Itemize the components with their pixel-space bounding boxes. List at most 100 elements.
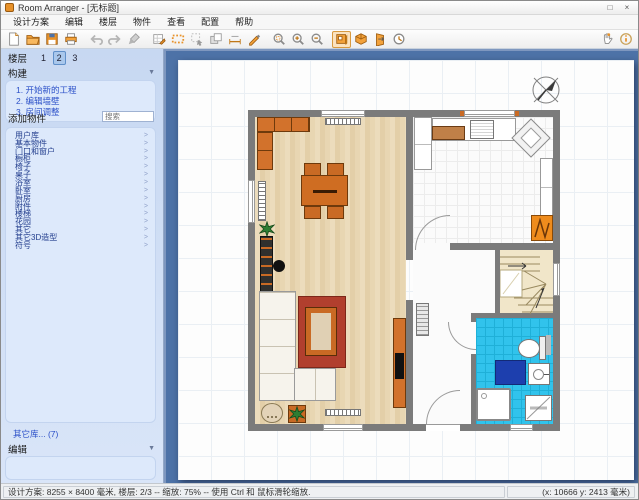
window-title: Room Arranger - [无标题] xyxy=(18,1,600,14)
window-bathroom-bottom[interactable] xyxy=(510,424,533,431)
collapse-caret-icon[interactable]: ▼ xyxy=(148,69,155,76)
orange-appliance[interactable] xyxy=(531,215,553,241)
build-step-edit-walls[interactable]: 2. 编辑墙壁 xyxy=(6,96,155,107)
chevron-right-icon: > xyxy=(144,195,148,203)
menu-view[interactable]: 查看 xyxy=(159,15,193,30)
edit-header[interactable]: 编辑 ▼ xyxy=(8,442,155,455)
washbasin[interactable] xyxy=(528,363,550,385)
pattern-edit-icon[interactable] xyxy=(149,31,168,48)
shower[interactable] xyxy=(476,388,511,421)
floor-tab-2[interactable]: 2 xyxy=(53,51,66,65)
info-icon[interactable] xyxy=(616,31,635,48)
plan-page[interactable] xyxy=(178,60,634,480)
menu-floor[interactable]: 楼层 xyxy=(91,15,125,30)
sidebar: 楼层 1 2 3 构建 ▼ 1. 开始新的工程 2. 编辑墙壁 3. 房间调整 … xyxy=(1,49,164,483)
potted-plant xyxy=(289,406,305,422)
drawing-canvas[interactable] xyxy=(164,49,638,483)
undo-icon[interactable] xyxy=(86,31,105,48)
window-stairs-right[interactable] xyxy=(553,263,560,296)
toilet-bowl[interactable] xyxy=(518,339,540,358)
build-header[interactable]: 构建 ▼ xyxy=(8,66,155,79)
clone-icon[interactable] xyxy=(206,31,225,48)
wall-kitchen-bottom[interactable] xyxy=(450,243,553,250)
bath-rug[interactable] xyxy=(495,360,526,385)
kitchen-sink[interactable] xyxy=(470,120,494,139)
draw-walls-icon[interactable] xyxy=(244,31,263,48)
staircase[interactable] xyxy=(500,250,553,318)
build-label: 构建 xyxy=(8,66,27,80)
menu-file[interactable]: 设计方案 xyxy=(5,15,57,30)
menu-edit[interactable]: 编辑 xyxy=(57,15,91,30)
toilet-tank[interactable] xyxy=(539,336,546,360)
radiator-left[interactable] xyxy=(258,181,266,221)
pan-hand-icon[interactable] xyxy=(597,31,616,48)
window-kitchen-top[interactable] xyxy=(464,110,515,117)
dining-chair[interactable] xyxy=(304,206,321,219)
history-icon[interactable] xyxy=(389,31,408,48)
collapse-caret-icon[interactable]: ▼ xyxy=(148,445,155,452)
chevron-right-icon: > xyxy=(144,226,148,234)
radiator-top[interactable] xyxy=(325,118,361,125)
view-3d-icon[interactable] xyxy=(351,31,370,48)
status-left: 设计方案: 8255 × 8400 毫米, 楼层: 2/3 -- 缩放: 75%… xyxy=(3,486,505,498)
compass-rose[interactable] xyxy=(528,72,564,108)
floor-tab-1[interactable]: 1 xyxy=(37,51,50,65)
floor-tab-3[interactable]: 3 xyxy=(68,51,81,65)
zoom-out-icon[interactable] xyxy=(307,31,326,48)
other-libraries-link[interactable]: 其它库... (7) xyxy=(13,428,58,440)
corner-sofa-top[interactable] xyxy=(257,117,310,132)
print-icon[interactable] xyxy=(61,31,80,48)
maximize-button[interactable]: □ xyxy=(603,2,617,13)
select-area-icon[interactable] xyxy=(187,31,206,48)
kitchen-wood-shelf[interactable] xyxy=(432,126,465,140)
zoom-in-icon[interactable] xyxy=(288,31,307,48)
chevron-right-icon: > xyxy=(144,203,148,211)
category-symbols[interactable]: 符号> xyxy=(6,242,155,250)
floor-plan[interactable] xyxy=(248,110,560,431)
toolbar xyxy=(1,30,638,49)
close-button[interactable]: × xyxy=(620,2,634,13)
wall-divider-upper[interactable] xyxy=(406,117,413,260)
shelf-cabinet[interactable] xyxy=(260,236,273,295)
dimensions-icon[interactable] xyxy=(225,31,244,48)
format-brush-icon[interactable] xyxy=(124,31,143,48)
wall-divider-lower[interactable] xyxy=(406,300,413,424)
corner-sofa-left[interactable] xyxy=(257,132,273,170)
coffee-table[interactable] xyxy=(306,308,336,355)
kitchen-right-cabinets[interactable] xyxy=(540,158,553,216)
menu-options[interactable]: 配置 xyxy=(193,15,227,30)
build-step-new-project[interactable]: 1. 开始新的工程 xyxy=(6,85,155,96)
plant-pot[interactable] xyxy=(288,405,306,423)
title-bar[interactable]: Room Arranger - [无标题] □ × xyxy=(1,1,638,15)
radiator-bottom[interactable] xyxy=(325,409,361,416)
menu-object[interactable]: 物件 xyxy=(125,15,159,30)
sofa-vertical[interactable] xyxy=(259,291,296,401)
menu-help[interactable]: 帮助 xyxy=(227,15,261,30)
dining-chair[interactable] xyxy=(327,206,344,219)
zoom-selection-icon[interactable] xyxy=(269,31,288,48)
washing-machine[interactable] xyxy=(525,395,552,421)
wall-left[interactable] xyxy=(248,110,255,431)
window-living-bottom[interactable] xyxy=(323,424,363,431)
kitchen-tall-cabinet[interactable] xyxy=(414,117,432,170)
view-2d-icon[interactable] xyxy=(332,31,351,48)
new-document-icon[interactable] xyxy=(4,31,23,48)
measure-icon[interactable] xyxy=(168,31,187,48)
side-table[interactable] xyxy=(261,403,283,423)
sofa-horizontal[interactable] xyxy=(294,368,336,401)
redo-icon[interactable] xyxy=(105,31,124,48)
tv-cabinet[interactable] xyxy=(393,318,406,408)
open-folder-icon[interactable] xyxy=(23,31,42,48)
search-input[interactable] xyxy=(102,111,154,122)
hall-radiator[interactable] xyxy=(416,303,429,336)
walkthrough-icon[interactable] xyxy=(370,31,389,48)
application-window: Room Arranger - [无标题] □ × 设计方案 编辑 楼层 物件 … xyxy=(0,0,639,500)
dining-table[interactable] xyxy=(301,175,348,206)
window-living-left[interactable] xyxy=(248,180,255,223)
corner-stove[interactable] xyxy=(510,117,552,159)
save-icon[interactable] xyxy=(42,31,61,48)
menu-bar: 设计方案 编辑 楼层 物件 查看 配置 帮助 xyxy=(1,15,638,30)
floor-lamp[interactable] xyxy=(273,260,285,272)
potted-plant[interactable] xyxy=(259,221,275,237)
window-living-top[interactable] xyxy=(321,110,365,117)
